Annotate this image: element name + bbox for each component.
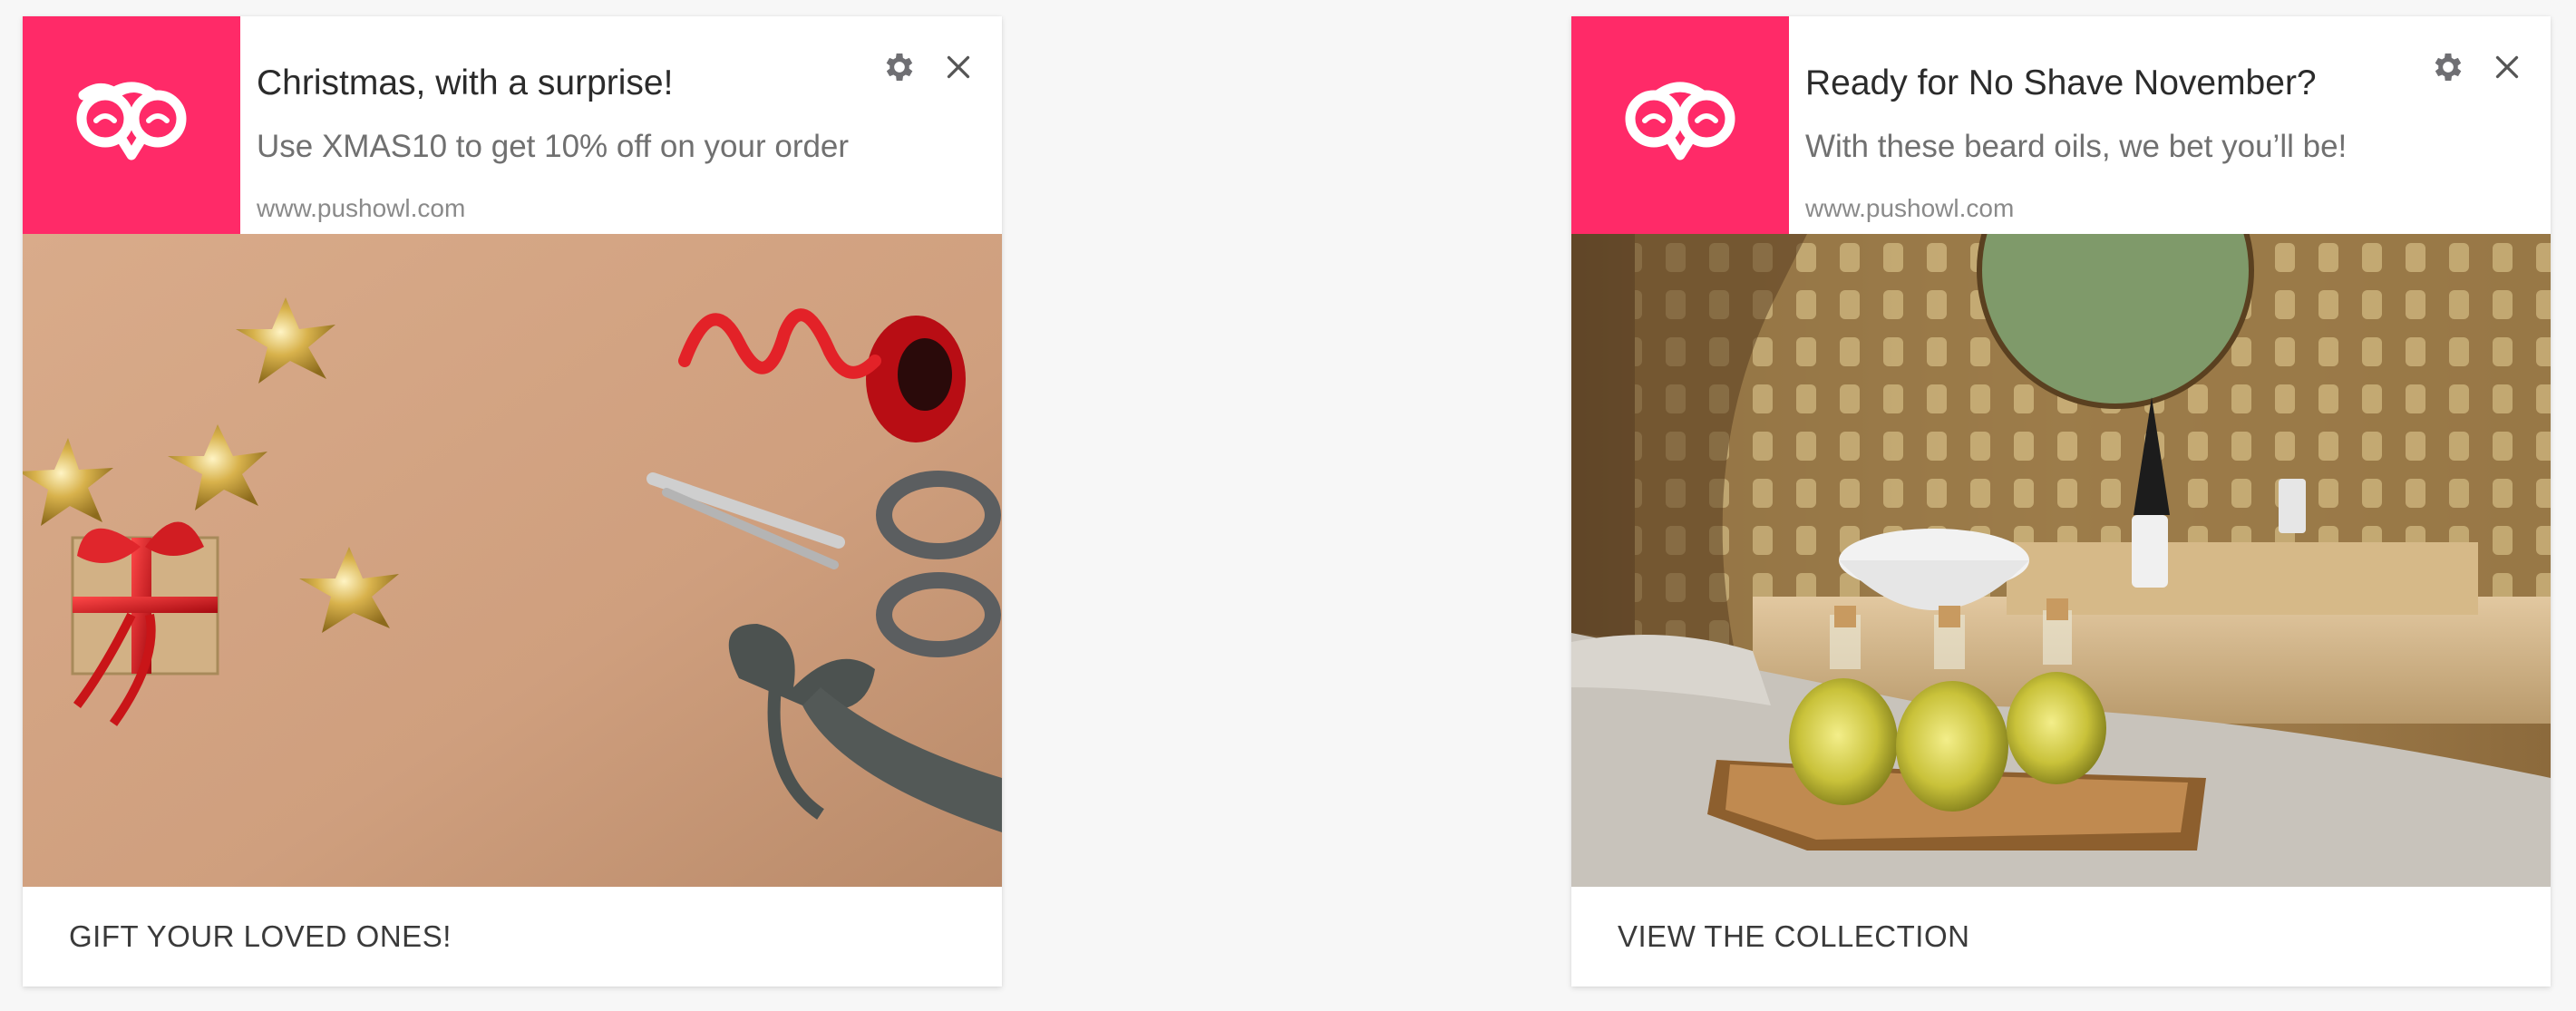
notification-site: www.pushowl.com (1805, 194, 2015, 222)
close-icon[interactable] (942, 51, 975, 83)
pushowl-owl-icon (1625, 82, 1735, 160)
push-notification-no-shave-november[interactable]: Ready for No Shave November? With these … (1571, 16, 2551, 987)
notification-message: With these beard oils, we bet you’ll be! (1805, 129, 2348, 164)
notification-title: Christmas, with a surprise! (257, 63, 674, 102)
brand-logo (1571, 16, 1789, 234)
close-icon[interactable] (2491, 51, 2523, 83)
beard-oil-bottles-spa-image[interactable] (1571, 234, 2551, 887)
action-bar: GIFT YOUR LOVED ONES! (23, 887, 1002, 987)
gift-your-loved-ones-button[interactable]: GIFT YOUR LOVED ONES! (69, 919, 452, 954)
pushowl-owl-icon (76, 82, 187, 160)
notification-title: Ready for No Shave November? (1805, 63, 2317, 102)
push-notification-christmas[interactable]: Christmas, with a surprise! Use XMAS10 t… (23, 16, 1002, 987)
christmas-wrapping-supplies-image[interactable] (23, 234, 1002, 887)
action-bar: VIEW THE COLLECTION (1571, 887, 2551, 987)
notification-site: www.pushowl.com (257, 194, 466, 222)
gear-icon[interactable] (881, 49, 918, 85)
view-the-collection-button[interactable]: VIEW THE COLLECTION (1618, 919, 1969, 954)
notification-message: Use XMAS10 to get 10% off on your order (257, 129, 850, 164)
notification-header: Ready for No Shave November? With these … (1571, 16, 2551, 234)
gear-icon[interactable] (2430, 49, 2466, 85)
brand-logo (23, 16, 240, 234)
stage: Christmas, with a surprise! Use XMAS10 t… (0, 0, 2576, 1011)
notification-header: Christmas, with a surprise! Use XMAS10 t… (23, 16, 1002, 234)
